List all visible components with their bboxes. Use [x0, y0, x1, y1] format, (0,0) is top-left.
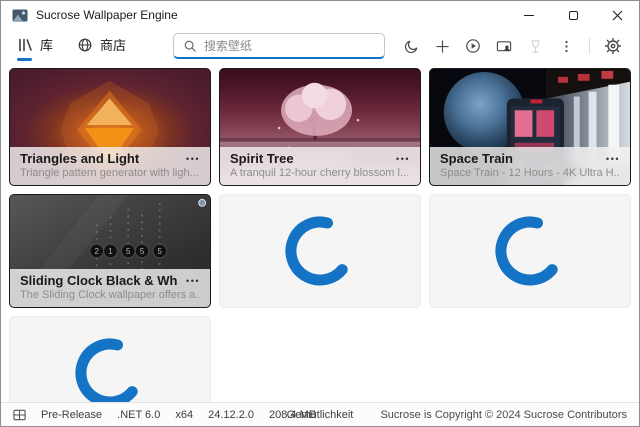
status-copyright: Sucrose is Copyright © 2024 Sucrose Cont…: [380, 409, 627, 421]
card-title: Triangles and Light: [20, 151, 139, 166]
card-description: A tranquil 12-hour cherry blossom l...: [230, 167, 410, 179]
plus-icon: [435, 39, 450, 54]
search-box[interactable]: [173, 33, 385, 59]
app-logo: [12, 9, 28, 22]
add-wallpaper-button[interactable]: [434, 38, 450, 54]
minimize-button[interactable]: [507, 1, 551, 29]
loading-card: [429, 194, 631, 308]
tab-library-label: 库: [40, 35, 53, 54]
clock-digit: 5: [158, 247, 163, 256]
loading-spinner-icon: [284, 215, 356, 287]
status-arch: x64: [175, 409, 193, 421]
tab-library[interactable]: 库: [15, 30, 55, 62]
close-button[interactable]: [595, 1, 639, 29]
loading-spinner-icon: [494, 215, 566, 287]
card-footer: Space Train ••• Space Train - 12 Hours -…: [430, 147, 630, 185]
clock-digit: 5: [126, 247, 131, 256]
toolbar-divider: [589, 38, 590, 54]
celebration-button-disabled: [527, 38, 543, 54]
search-input[interactable]: [204, 39, 375, 53]
play-button[interactable]: [465, 38, 481, 54]
clock-digit: 5: [140, 247, 145, 256]
card-menu-button[interactable]: •••: [178, 154, 200, 164]
tab-store[interactable]: 商店: [75, 30, 128, 62]
wallpaper-card-space-train[interactable]: Space Train ••• Space Train - 12 Hours -…: [429, 68, 631, 186]
tab-store-label: 商店: [100, 35, 126, 54]
loading-card: [219, 194, 421, 308]
selected-tab-indicator: [17, 58, 32, 61]
wallpaper-card-triangles-and-light[interactable]: Triangles and Light ••• Triangle pattern…: [9, 68, 211, 186]
gear-icon: [605, 38, 621, 54]
window-controls: [507, 1, 639, 29]
status-release: Pre-Release: [41, 409, 102, 421]
card-status-dot: [199, 199, 206, 206]
maximize-button[interactable]: [551, 1, 595, 29]
more-vertical-icon: [559, 39, 574, 54]
card-description: Triangle pattern generator with ligh...: [20, 167, 200, 179]
titlebar: Sucrose Wallpaper Engine: [1, 1, 639, 29]
loading-card: [9, 316, 211, 402]
wallpaper-card-spirit-tree[interactable]: Spirit Tree ••• A tranquil 12-hour cherr…: [219, 68, 421, 186]
window-grid-icon: [13, 409, 26, 421]
search-icon: [183, 39, 197, 53]
window-title: Sucrose Wallpaper Engine: [36, 8, 178, 22]
card-title: Spirit Tree: [230, 151, 294, 166]
clock-digit: 2: [95, 247, 99, 256]
card-footer: Triangles and Light ••• Triangle pattern…: [10, 147, 210, 185]
screen-person-icon: [496, 39, 512, 54]
status-version: 24.12.2.0: [208, 409, 254, 421]
card-title: Sliding Clock Black & White: [20, 273, 178, 288]
statusbar-left: Pre-Release .NET 6.0 x64 24.12.2.0 208.4…: [13, 409, 316, 421]
status-center-label: Gemütlichkeit: [287, 409, 354, 421]
card-description: The Sliding Clock wallpaper offers a...: [20, 289, 200, 301]
navbar: 库 商店: [1, 29, 639, 63]
card-description: Space Train - 12 Hours - 4K Ultra H...: [440, 167, 620, 179]
wallpaper-gallery: Triangles and Light ••• Triangle pattern…: [1, 63, 639, 402]
maximize-icon: [569, 11, 578, 20]
dark-mode-button[interactable]: [403, 38, 419, 54]
card-title: Space Train: [440, 151, 513, 166]
minimize-icon: [524, 15, 534, 16]
card-menu-button[interactable]: •••: [598, 154, 620, 164]
card-footer: Sliding Clock Black & White ••• The Slid…: [10, 269, 210, 307]
card-menu-button[interactable]: •••: [388, 154, 410, 164]
glass-icon: [528, 39, 543, 54]
store-globe-icon: [77, 37, 93, 53]
wallpaper-card-sliding-clock[interactable]: 2 1 5 5 5 Sliding Clock Black & White ••…: [9, 194, 211, 308]
screen-preview-button[interactable]: [496, 38, 512, 54]
card-footer: Spirit Tree ••• A tranquil 12-hour cherr…: [220, 147, 420, 185]
clock-digit: 1: [108, 247, 112, 256]
loading-spinner-icon: [74, 337, 146, 402]
library-icon: [17, 37, 33, 53]
settings-button[interactable]: [605, 38, 621, 54]
toolbar: [403, 38, 629, 54]
app-window: Sucrose Wallpaper Engine 库: [0, 0, 640, 427]
tab-bar: 库 商店: [15, 30, 128, 62]
close-icon: [612, 10, 623, 21]
moon-icon: [404, 39, 419, 54]
more-options-button[interactable]: [558, 38, 574, 54]
play-circle-icon: [465, 38, 481, 54]
card-menu-button[interactable]: •••: [178, 276, 200, 286]
status-dotnet: .NET 6.0: [117, 409, 160, 421]
statusbar: Pre-Release .NET 6.0 x64 24.12.2.0 208.4…: [1, 402, 639, 426]
